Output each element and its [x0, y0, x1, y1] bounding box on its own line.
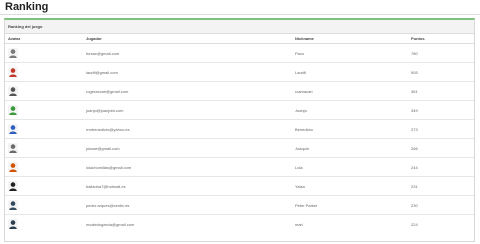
jugador-email: rmrbenedicto@yahoo.es: [83, 119, 292, 139]
spiderman-avatar-icon: [8, 200, 18, 210]
header-nickname: Nickname: [292, 34, 408, 44]
title-divider: [0, 14, 480, 15]
page-title: Ranking: [5, 1, 49, 13]
nickname-cell: Paco: [292, 43, 408, 63]
nickname-cell: Peter Parker: [292, 195, 408, 215]
avatar-cell: [5, 62, 83, 82]
avatar-cell: [5, 215, 83, 234]
hulk-avatar-icon: [8, 105, 18, 115]
nickname-cell: Yaiza: [292, 176, 408, 196]
ranking-table: Avatar Jugador Nickname Puntos fursac@gm…: [5, 34, 474, 233]
puntos-cell: 349: [408, 100, 474, 120]
table-row: jolowe@gmail.com Joaquin 266: [5, 138, 474, 158]
jugador-email: bailarina7@hotmail.es: [83, 176, 292, 196]
avatar-cell: [5, 119, 83, 139]
jugador-email: pedro.arques@centic.es: [83, 195, 292, 215]
table-row: rmrbenedicto@yahoo.es Benedicto 273: [5, 119, 474, 139]
header-puntos: Puntos: [408, 34, 474, 44]
table-row: juanjo@juanjofa.com Juanjo 349: [5, 100, 474, 120]
nickname-cell: Lola: [292, 157, 408, 177]
puntos-cell: 361: [408, 81, 474, 101]
puntos-cell: 273: [408, 119, 474, 139]
nickname-cell: mari: [295, 221, 303, 227]
face-avatar-icon: [8, 86, 18, 96]
nickname-cell: Juanjo: [292, 100, 408, 120]
puntos-cell: 505: [408, 62, 474, 82]
header-avatar: Avatar: [5, 34, 83, 44]
avatar-cell: [5, 81, 83, 101]
superhero-avatar-icon: [8, 67, 18, 77]
table-row: mcaledogarcia@gmail.com mari 224: [5, 215, 474, 234]
table-row: bailarina7@hotmail.es Yaiza 231: [5, 176, 474, 196]
avatar-cell: [5, 195, 83, 215]
jugador-email: fursac@gmail.com: [83, 43, 292, 63]
table-row: pedro.arques@centic.es Peter Parker 230: [5, 195, 474, 215]
table-header-row: Avatar Jugador Nickname Puntos: [5, 34, 474, 44]
puntos-cell: 224: [411, 221, 418, 227]
table-row: laurifi@gmail.com Laurifi 505: [5, 62, 474, 82]
avatar-cell: [5, 43, 83, 63]
avatar-cell: [5, 157, 83, 177]
dark-avatar-icon: [8, 181, 18, 191]
jugador-email: juanjo@juanjofa.com: [83, 100, 292, 120]
puntos-cell: 266: [408, 138, 474, 158]
nickname-cell: Joaquin: [292, 138, 408, 158]
nickname-cell: rcamacari: [292, 81, 408, 101]
puntos-cell: 244: [408, 157, 474, 177]
nickname-cell: Laurifi: [292, 62, 408, 82]
jugador-email: laurifi@gmail.com: [83, 62, 292, 82]
ranking-table-body: fursac@gmail.com Paco 780 laurifi@gmail.com…: [5, 43, 474, 234]
panel-heading: Ranking del juego: [5, 20, 474, 34]
superhero-avatar-icon: [8, 124, 18, 134]
face-avatar-icon: [8, 219, 18, 229]
avatar-cell: [5, 138, 83, 158]
puntos-cell: 230: [408, 195, 474, 215]
robot-avatar-icon: [8, 48, 18, 58]
table-row: fursac@gmail.com Paco 780: [5, 43, 474, 63]
table-row: lolachumillas@gmail.com Lola 244: [5, 157, 474, 177]
avatar-cell: [5, 176, 83, 196]
nickname-cell: Benedicto: [292, 119, 408, 139]
face-avatar-icon: [8, 143, 18, 153]
jugador-email: mcaledogarcia@gmail.com: [86, 221, 135, 227]
jugador-email: rogeraccari@gmail.com: [83, 81, 292, 101]
ranking-panel: Ranking del juego Avatar Jugador Nicknam…: [4, 18, 475, 242]
ranking-page: Ranking Ranking del juego Avatar Jugador…: [0, 0, 480, 244]
puntos-cell: 231: [408, 176, 474, 196]
superman-avatar-icon: [8, 162, 18, 172]
table-row: rogeraccari@gmail.com rcamacari 361: [5, 81, 474, 101]
avatar-cell: [5, 100, 83, 120]
jugador-email: lolachumillas@gmail.com: [83, 157, 292, 177]
jugador-email: jolowe@gmail.com: [83, 138, 292, 158]
puntos-cell: 780: [408, 43, 474, 63]
header-jugador: Jugador: [83, 34, 292, 44]
